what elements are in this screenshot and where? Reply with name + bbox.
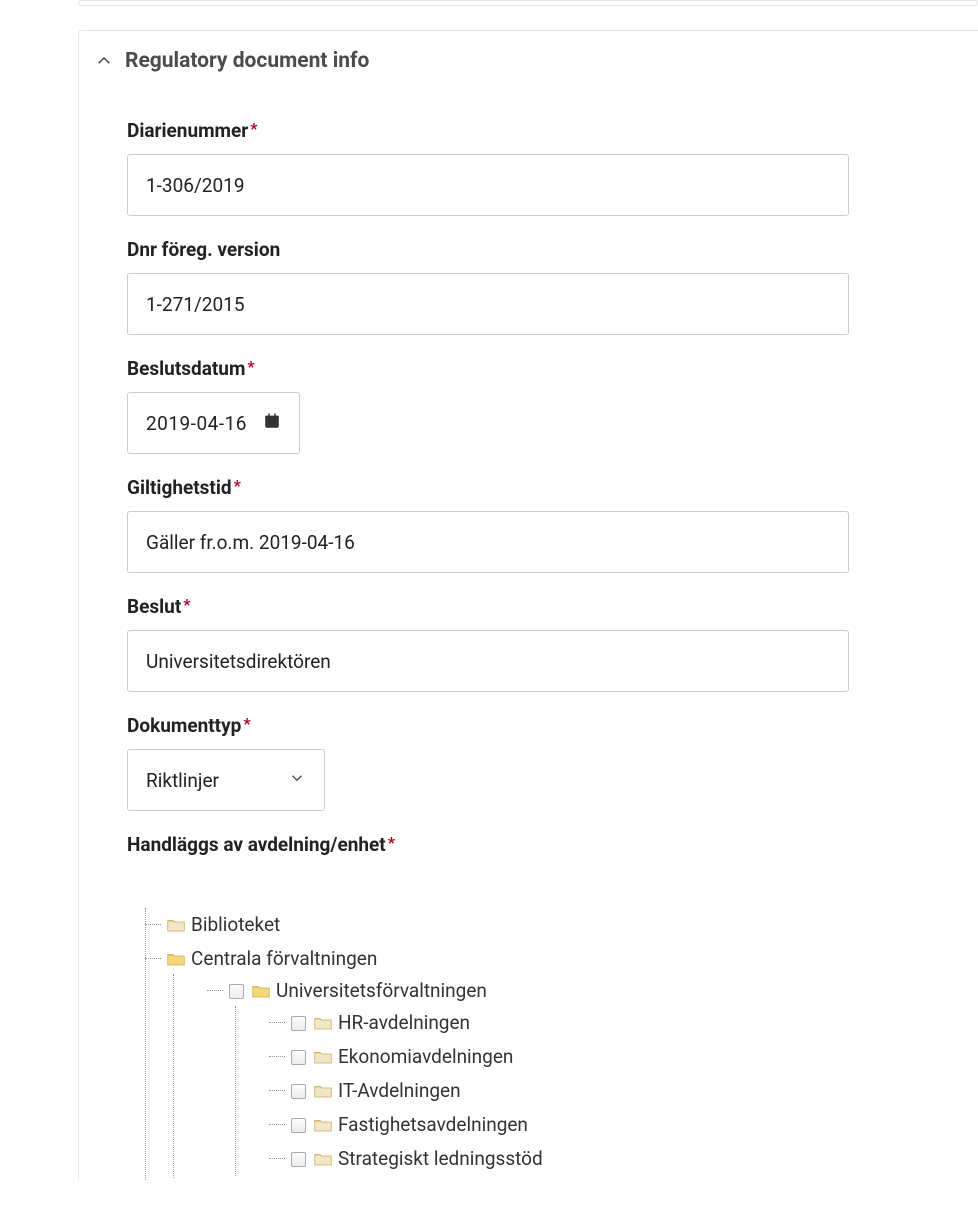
field-dokumenttyp: Dokumenttyp* Riktlinjer — [127, 714, 930, 811]
required-marker: * — [388, 833, 395, 852]
panel-header[interactable]: Regulatory document info — [79, 49, 978, 93]
tree-node-label: Universitetsförvaltningen — [276, 979, 487, 1002]
tree-node[interactable]: Strategiskt ledningsstöd — [263, 1142, 930, 1176]
folder-icon — [314, 1145, 332, 1159]
tree-node-label: IT-Avdelningen — [338, 1079, 461, 1102]
select-value: Riktlinjer — [146, 769, 219, 792]
org-tree: Biblioteket Centrala förvaltningen Univers… — [139, 908, 930, 1180]
chevron-up-icon — [95, 52, 113, 70]
checkbox[interactable] — [291, 1016, 306, 1031]
required-marker: * — [250, 119, 257, 138]
label-beslutsdatum: Beslutsdatum* — [127, 357, 930, 380]
checkbox[interactable] — [291, 1118, 306, 1133]
tree-node[interactable]: Biblioteket — [139, 908, 930, 942]
checkbox[interactable] — [291, 1152, 306, 1167]
label-dokumenttyp: Dokumenttyp* — [127, 714, 930, 737]
label-text: Diarienummer — [127, 119, 248, 142]
label-beslut: Beslut* — [127, 595, 930, 618]
field-beslutsdatum: Beslutsdatum* 2019-04-16 — [127, 357, 930, 454]
tree-node-label: Fastighetsavdelningen — [338, 1113, 528, 1136]
form-body: Diarienummer* Dnr föreg. version Besluts… — [79, 119, 978, 1180]
label-dnr-prev: Dnr föreg. version — [127, 238, 930, 261]
previous-panel-bottom — [78, 0, 978, 6]
diarienummer-input[interactable] — [127, 154, 849, 216]
folder-icon — [314, 1009, 332, 1023]
beslutsdatum-input[interactable]: 2019-04-16 — [127, 392, 300, 454]
field-giltighetstid: Giltighetstid* — [127, 476, 930, 573]
field-beslut: Beslut* — [127, 595, 930, 692]
dokumenttyp-select[interactable]: Riktlinjer — [127, 749, 325, 811]
field-diarienummer: Diarienummer* — [127, 119, 930, 216]
required-marker: * — [183, 595, 190, 614]
tree-node-label: Biblioteket — [191, 913, 280, 936]
tree-node-label: Strategiskt ledningsstöd — [338, 1147, 543, 1170]
tree-node[interactable]: Ekonomiavdelningen — [263, 1040, 930, 1074]
label-text: Dokumenttyp — [127, 714, 241, 737]
checkbox[interactable] — [291, 1050, 306, 1065]
dnr-prev-input[interactable] — [127, 273, 849, 335]
label-text: Handläggs av avdelning/enhet — [127, 833, 386, 856]
tree-node-label: Ekonomiavdelningen — [338, 1045, 513, 1068]
tree-node-label: HR-avdelningen — [338, 1011, 470, 1034]
label-handlaggs: Handläggs av avdelning/enhet* — [127, 833, 930, 856]
checkbox[interactable] — [229, 984, 244, 999]
required-marker: * — [234, 476, 241, 495]
date-value: 2019-04-16 — [146, 412, 247, 435]
folder-icon — [167, 911, 185, 925]
beslut-input[interactable] — [127, 630, 849, 692]
label-text: Giltighetstid — [127, 476, 232, 499]
required-marker: * — [243, 714, 250, 733]
giltighetstid-input[interactable] — [127, 511, 849, 573]
checkbox[interactable] — [291, 1084, 306, 1099]
folder-icon — [314, 1111, 332, 1125]
label-giltighetstid: Giltighetstid* — [127, 476, 930, 499]
label-text: Beslutsdatum — [127, 357, 245, 380]
label-text: Dnr föreg. version — [127, 238, 280, 261]
regulatory-doc-panel: Regulatory document info Diarienummer* D… — [78, 30, 978, 1180]
field-dnr-prev: Dnr föreg. version — [127, 238, 930, 335]
required-marker: * — [247, 357, 254, 376]
label-text: Beslut — [127, 595, 181, 618]
label-diarienummer: Diarienummer* — [127, 119, 930, 142]
tree-node[interactable]: IT-Avdelningen — [263, 1074, 930, 1108]
folder-icon — [314, 1043, 332, 1057]
folder-icon — [252, 977, 270, 991]
folder-icon — [314, 1077, 332, 1091]
tree-node[interactable]: Fastighetsavdelningen — [263, 1108, 930, 1142]
tree-node[interactable]: Centrala förvaltningen Universitetsförval… — [139, 942, 930, 1180]
tree-node[interactable]: HR-avdelningen — [263, 1006, 930, 1040]
folder-icon — [167, 945, 185, 959]
tree-node-label: Centrala förvaltningen — [191, 947, 377, 970]
panel-title: Regulatory document info — [125, 49, 369, 73]
tree-node[interactable]: Universitetsförvaltningen HR-avdelningen E… — [201, 974, 930, 1178]
chevron-down-icon — [288, 769, 306, 792]
calendar-icon — [263, 412, 281, 435]
field-handlaggs: Handläggs av avdelning/enhet* Biblioteke… — [127, 833, 930, 1180]
